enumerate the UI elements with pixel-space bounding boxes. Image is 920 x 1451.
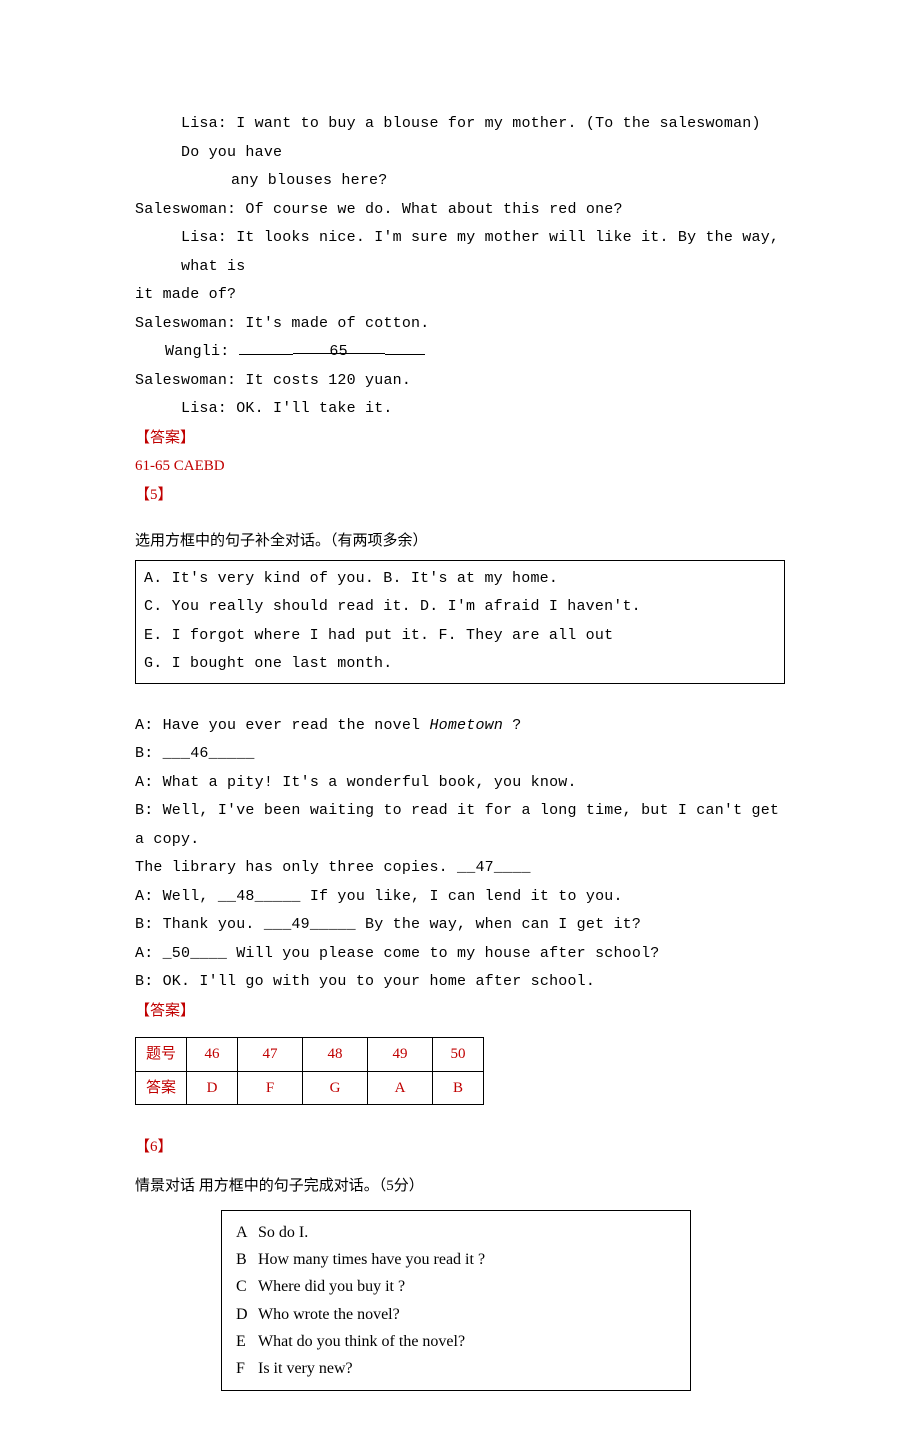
header-48: 48: [303, 1038, 368, 1072]
opt-b-text: How many times have you read it ?: [258, 1251, 485, 1268]
option-d: DWho wrote the novel?: [236, 1301, 676, 1328]
option-line-2: C. You really should read it. D. I'm afr…: [144, 593, 776, 622]
answer-47: F: [238, 1071, 303, 1105]
option-a: ASo do I.: [236, 1219, 676, 1246]
answer-46: D: [187, 1071, 238, 1105]
dialog5-b3: B: Thank you. ___49_____ By the way, whe…: [135, 911, 785, 940]
header-49: 49: [368, 1038, 433, 1072]
option-line-3: E. I forgot where I had put it. F. They …: [144, 622, 776, 651]
dialog-line-lisa-3: Lisa: OK. I'll take it.: [135, 395, 785, 424]
option-line-4: G. I bought one last month.: [144, 650, 776, 679]
dialog5-b2a: B: Well, I've been waiting to read it fo…: [135, 797, 785, 854]
blank-left: [239, 339, 293, 355]
opt-a-text: So do I.: [258, 1224, 308, 1241]
opt-c-label: C: [236, 1273, 258, 1300]
answer-48: G: [303, 1071, 368, 1105]
header-50: 50: [433, 1038, 484, 1072]
dialog-line-lisa-1a: Lisa: I want to buy a blouse for my moth…: [135, 110, 785, 167]
section-5-tag: 【5】: [135, 481, 785, 510]
options-box-5: A. It's very kind of you. B. It's at my …: [135, 560, 785, 684]
option-line-1: A. It's very kind of you. B. It's at my …: [144, 565, 776, 594]
dialog5-a1-post: ?: [503, 717, 521, 734]
section-6-tag: 【6】: [135, 1133, 785, 1162]
options-box-6: ASo do I. BHow many times have you read …: [221, 1210, 691, 1391]
dialog5-a1-pre: A: Have you ever read the novel: [135, 717, 429, 734]
opt-d-label: D: [236, 1301, 258, 1328]
answer-label-5: 【答案】: [135, 997, 785, 1026]
dialog5-a2: A: What a pity! It's a wonderful book, y…: [135, 769, 785, 798]
title-hometown: Hometown: [429, 717, 503, 734]
option-c: CWhere did you buy it ?: [236, 1273, 676, 1300]
dialog5-b4: B: OK. I'll go with you to your home aft…: [135, 968, 785, 997]
table-row-answers: 答案 D F G A B: [136, 1071, 484, 1105]
opt-b-label: B: [236, 1246, 258, 1273]
dialog5-a4: A: _50____ Will you please come to my ho…: [135, 940, 785, 969]
header-46: 46: [187, 1038, 238, 1072]
dialog5-a1: A: Have you ever read the novel Hometown…: [135, 712, 785, 741]
section-5-instruction: 选用方框中的句子补全对话。（有两项多余）: [135, 527, 785, 556]
header-qnum: 题号: [136, 1038, 187, 1072]
dialog5-a3: A: Well, __48_____ If you like, I can le…: [135, 883, 785, 912]
dialog-line-lisa-2a: Lisa: It looks nice. I'm sure my mother …: [135, 224, 785, 281]
dialog-line-saleswoman-1: Saleswoman: Of course we do. What about …: [135, 196, 785, 225]
opt-a-label: A: [236, 1219, 258, 1246]
answer-table-5: 题号 46 47 48 49 50 答案 D F G A B: [135, 1037, 484, 1105]
table-row-header: 题号 46 47 48 49 50: [136, 1038, 484, 1072]
opt-e-text: What do you think of the novel?: [258, 1333, 465, 1350]
dialog-line-wangli: Wangli: 65: [135, 338, 785, 367]
header-47: 47: [238, 1038, 303, 1072]
option-b: BHow many times have you read it ?: [236, 1246, 676, 1273]
opt-d-text: Who wrote the novel?: [258, 1306, 400, 1323]
blank-65[interactable]: 65: [293, 338, 385, 354]
dialog-line-saleswoman-3: Saleswoman: It costs 120 yuan.: [135, 367, 785, 396]
answer-label-4: 【答案】: [135, 424, 785, 453]
row-answer-label: 答案: [136, 1071, 187, 1105]
dialog-line-lisa-1b: any blouses here?: [135, 167, 785, 196]
opt-c-text: Where did you buy it ?: [258, 1278, 405, 1295]
dialog-line-saleswoman-2: Saleswoman: It's made of cotton.: [135, 310, 785, 339]
dialog5-b2b: The library has only three copies. __47_…: [135, 854, 785, 883]
answer-text-4: 61-65 CAEBD: [135, 452, 785, 481]
answer-49: A: [368, 1071, 433, 1105]
option-f: FIs it very new?: [236, 1355, 676, 1382]
dialog5-b1: B: ___46_____: [135, 740, 785, 769]
opt-f-label: F: [236, 1355, 258, 1382]
dialog-line-lisa-2b: it made of?: [135, 281, 785, 310]
opt-f-text: Is it very new?: [258, 1360, 353, 1377]
blank-right: [385, 339, 425, 355]
wangli-label: Wangli:: [165, 343, 239, 360]
option-e: EWhat do you think of the novel?: [236, 1328, 676, 1355]
section-6-instruction: 情景对话 用方框中的句子完成对话。（5分）: [135, 1172, 785, 1201]
page: Lisa: I want to buy a blouse for my moth…: [0, 0, 920, 1451]
opt-e-label: E: [236, 1328, 258, 1355]
answer-50: B: [433, 1071, 484, 1105]
